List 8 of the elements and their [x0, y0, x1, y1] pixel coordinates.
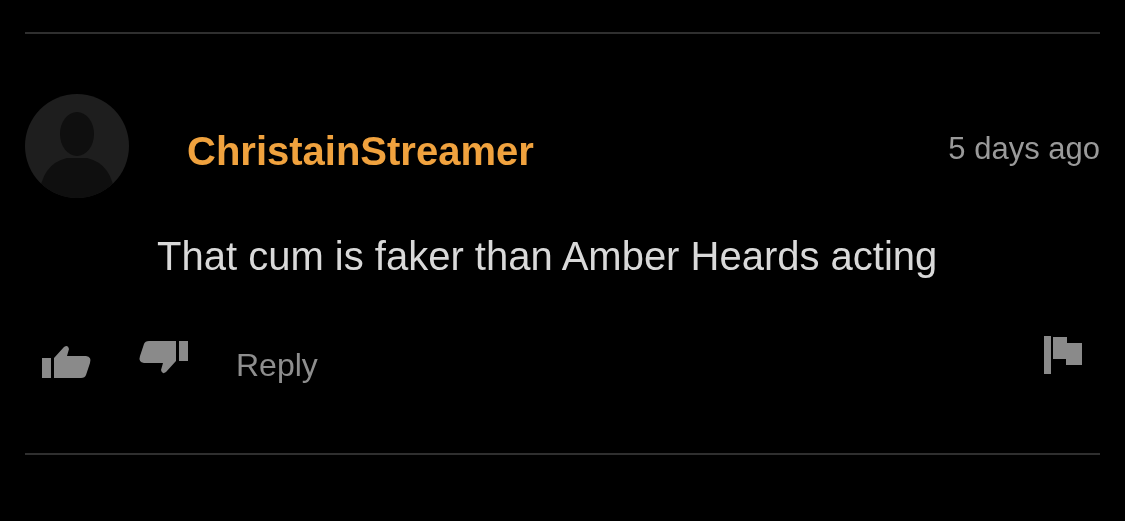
timestamp: 5 days ago [948, 131, 1100, 167]
thumbs-down-icon[interactable] [138, 341, 188, 375]
reply-link[interactable]: Reply [236, 346, 318, 384]
avatar-icon [25, 94, 129, 198]
flag-icon[interactable] [1044, 336, 1082, 374]
username[interactable]: ChristainStreamer [187, 128, 534, 174]
thumbs-up-icon[interactable] [42, 344, 92, 378]
comment-text: That cum is faker than Amber Heards acting [157, 234, 939, 279]
